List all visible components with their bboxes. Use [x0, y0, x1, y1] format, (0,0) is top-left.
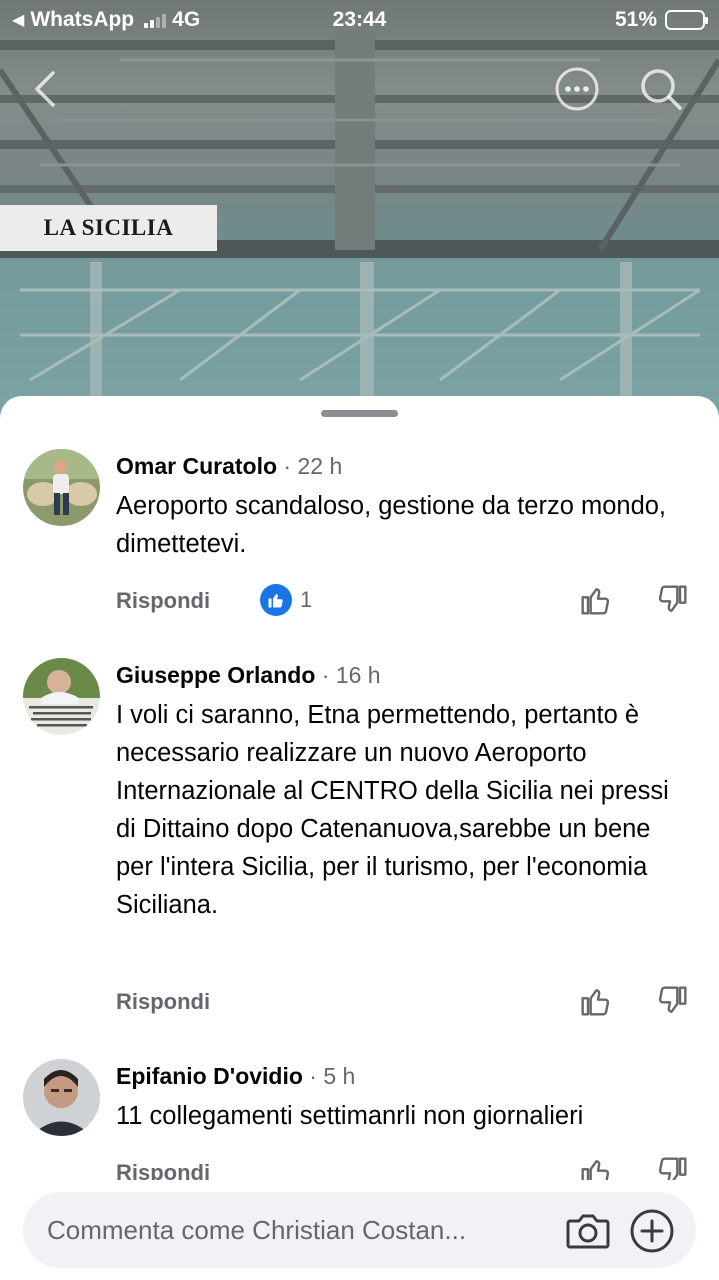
- thumbs-up-icon: [581, 989, 610, 1016]
- comment-input[interactable]: [47, 1192, 547, 1268]
- plus-circle-icon: [630, 1209, 674, 1253]
- comment-author[interactable]: Giuseppe Orlando: [116, 662, 315, 688]
- comment-header: Epifanio D'ovidio · 5 h: [116, 1063, 355, 1090]
- avatar-photo: [23, 1059, 100, 1136]
- comment-composer: [23, 1192, 696, 1268]
- comment-text: 11 collegamenti settimanrli non giornali…: [116, 1102, 584, 1130]
- status-bar: ◀ WhatsApp 4G 23:44 51%: [0, 0, 719, 40]
- avatar[interactable]: [23, 449, 100, 526]
- reply-button[interactable]: Rispondi: [116, 989, 210, 1015]
- battery-icon: [665, 10, 708, 30]
- upvote-button[interactable]: [578, 582, 614, 618]
- upvote-button[interactable]: [578, 983, 614, 1019]
- chevron-left-icon: [35, 71, 55, 107]
- like-reaction-icon: [260, 584, 292, 616]
- comment-time: · 16 h: [315, 662, 381, 688]
- camera-icon: [566, 1214, 610, 1249]
- thumbs-down-icon: [658, 585, 687, 612]
- search-icon: [641, 69, 682, 110]
- comments-sheet: Omar Curatolo · 22 h Aeroporto scandalos…: [0, 396, 719, 1280]
- more-options-icon: [555, 67, 599, 111]
- downvote-button[interactable]: [654, 983, 690, 1019]
- downvote-button[interactable]: [654, 582, 690, 618]
- comment-time: · 5 h: [302, 1063, 356, 1089]
- status-time: 23:44: [332, 8, 387, 31]
- comment-header: Omar Curatolo · 22 h: [116, 453, 342, 480]
- thumbs-down-icon: [658, 986, 687, 1013]
- more-options-button[interactable]: [554, 66, 600, 112]
- article-brand: LA SICILIA: [0, 205, 217, 251]
- reply-button[interactable]: Rispondi: [116, 588, 210, 614]
- comment-composer-bar: [0, 1180, 719, 1280]
- camera-button[interactable]: [565, 1208, 611, 1254]
- avatar-photo: [23, 449, 100, 526]
- like-count: 1: [300, 587, 313, 612]
- comment-author[interactable]: Omar Curatolo: [116, 453, 277, 479]
- comment-time: · 22 h: [277, 453, 343, 479]
- comment-text: I voli ci saranno, Etna permettendo, per…: [116, 701, 669, 919]
- add-attachment-button[interactable]: [629, 1208, 675, 1254]
- back-button[interactable]: [22, 66, 68, 112]
- comment-author[interactable]: Epifanio D'ovidio: [116, 1063, 303, 1089]
- comment-header: Giuseppe Orlando · 16 h: [116, 662, 381, 689]
- avatar[interactable]: [23, 1059, 100, 1136]
- comment-actions: Rispondi: [0, 983, 719, 1023]
- search-button[interactable]: [638, 66, 684, 112]
- comment-text: Aeroporto scandaloso, gestione da terzo …: [116, 492, 667, 558]
- thumbs-up-icon: [581, 588, 610, 615]
- avatar[interactable]: [23, 658, 100, 735]
- article-image: LA SICILIA: [0, 0, 719, 430]
- reaction-summary[interactable]: 1: [260, 584, 312, 616]
- sheet-grabber[interactable]: [321, 410, 398, 417]
- avatar-photo: [23, 658, 100, 735]
- battery-percent: 51%: [614, 8, 657, 31]
- comment-actions: Rispondi 1: [0, 582, 719, 622]
